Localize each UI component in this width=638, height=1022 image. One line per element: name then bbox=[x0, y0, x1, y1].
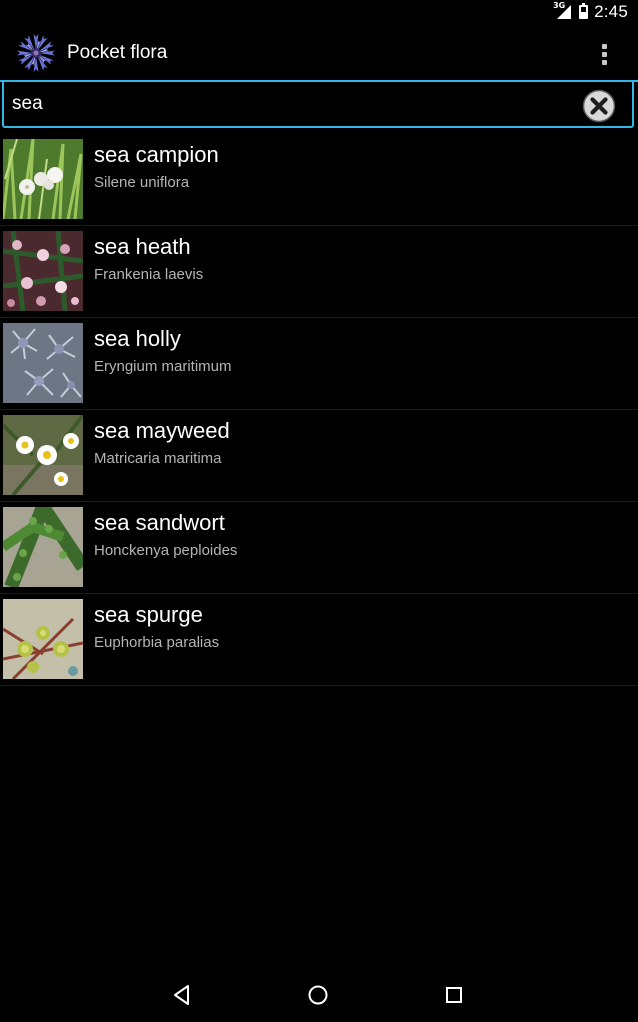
list-item[interactable]: sea campion Silene uniflora bbox=[0, 134, 638, 226]
search-bar bbox=[0, 80, 638, 130]
plant-thumbnail bbox=[3, 231, 83, 311]
plant-common-name: sea sandwort bbox=[94, 510, 225, 535]
plant-thumbnail bbox=[3, 415, 83, 495]
plant-latin-name: Silene uniflora bbox=[94, 174, 190, 191]
signal-icon: 3G bbox=[553, 1, 572, 21]
plant-latin-name: Honckenya peploides bbox=[94, 542, 238, 559]
plant-thumbnail bbox=[3, 323, 83, 403]
battery-icon bbox=[579, 3, 589, 19]
plant-latin-name: Euphorbia paralias bbox=[94, 634, 220, 651]
cornflower-icon[interactable] bbox=[14, 31, 58, 75]
plant-common-name: sea spurge bbox=[94, 602, 203, 627]
plant-thumbnail bbox=[3, 507, 83, 587]
plant-common-name: sea mayweed bbox=[94, 418, 230, 443]
plant-list: sea campion Silene uniflora sea heath Fr… bbox=[0, 134, 638, 686]
list-item[interactable]: sea heath Frankenia laevis bbox=[0, 226, 638, 318]
list-item[interactable]: sea spurge Euphorbia paralias bbox=[0, 594, 638, 686]
plant-common-name: sea holly bbox=[94, 326, 181, 351]
plant-latin-name: Frankenia laevis bbox=[94, 266, 204, 283]
home-icon[interactable] bbox=[305, 982, 331, 1008]
list-item[interactable]: sea sandwort Honckenya peploides bbox=[0, 502, 638, 594]
recents-icon[interactable] bbox=[441, 982, 467, 1008]
plant-thumbnail bbox=[3, 599, 83, 679]
screen: 3G 2:45 Pocket flora sea sea campion Sil… bbox=[0, 0, 638, 1022]
action-bar: Pocket flora bbox=[0, 24, 638, 80]
plant-thumbnail bbox=[3, 139, 83, 219]
navigation-bar bbox=[0, 970, 638, 1022]
clock: 2:45 bbox=[594, 2, 628, 21]
plant-latin-name: Matricaria maritima bbox=[94, 450, 222, 467]
plant-common-name: sea heath bbox=[94, 234, 191, 259]
search-input[interactable] bbox=[2, 82, 634, 128]
plant-common-name: sea campion bbox=[94, 142, 219, 167]
more-vert-icon[interactable] bbox=[590, 40, 618, 68]
back-icon[interactable] bbox=[169, 982, 195, 1008]
plant-latin-name: Eryngium maritimum bbox=[94, 358, 232, 375]
app-title: Pocket flora bbox=[67, 42, 168, 63]
clear-icon[interactable] bbox=[582, 89, 616, 123]
list-item[interactable]: sea mayweed Matricaria maritima bbox=[0, 410, 638, 502]
list-item[interactable]: sea holly Eryngium maritimum bbox=[0, 318, 638, 410]
status-icons: 3G 2:45 bbox=[553, 0, 628, 24]
status-bar: 3G 2:45 bbox=[0, 0, 638, 24]
